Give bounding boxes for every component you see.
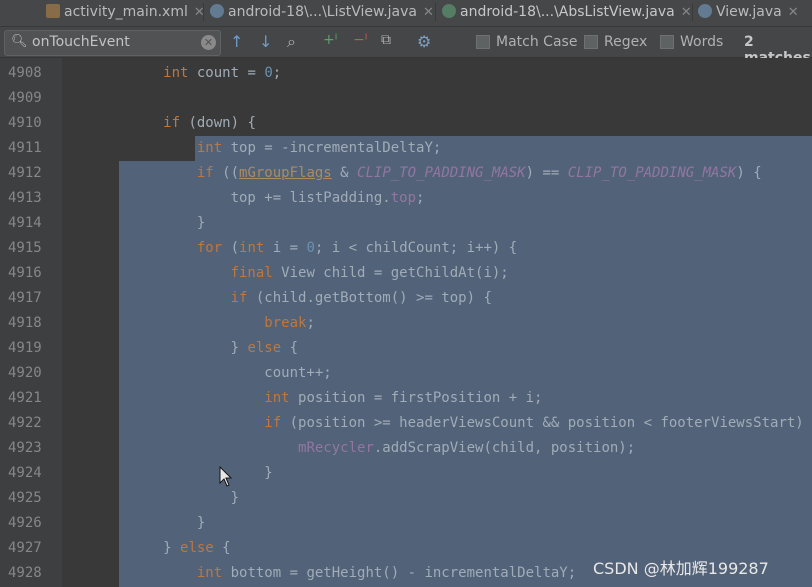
class-icon — [210, 4, 224, 18]
line-number: 4925 — [8, 490, 42, 506]
code-line: count++; — [62, 365, 332, 381]
match-case-checkbox[interactable] — [476, 35, 490, 49]
line-number: 4921 — [8, 390, 42, 406]
code-line: for (int i = 0; i < childCount; i++) { — [196, 240, 518, 256]
code-line: } else { — [62, 540, 231, 556]
code-line: mRecycler.addScrapView(child, position); — [298, 440, 636, 456]
code-line: int top = -incrementalDeltaY; — [196, 140, 442, 156]
tab-label: View.java — [716, 4, 782, 20]
previous-occurrence-icon[interactable]: ↑ — [230, 32, 243, 51]
line-number: 4928 — [8, 565, 42, 581]
line-number: 4924 — [8, 465, 42, 481]
code-line: if (child.getBottom() >= top) { — [230, 290, 492, 306]
line-number: 4910 — [8, 115, 42, 131]
line-number: 4926 — [8, 515, 42, 531]
line-number: 4914 — [8, 215, 42, 231]
code-line: int position = firstPosition + i; — [264, 390, 543, 406]
close-icon[interactable]: ✕ — [423, 5, 434, 20]
find-bar: 🔍︎ onTouchEvent ✕ ↑ ↓ ⌕ +ᴵ −ᴵ ⧉ ⚙ Match … — [0, 27, 812, 66]
code-line: top += listPadding.top; — [62, 190, 425, 206]
line-number: 4916 — [8, 265, 42, 281]
line-number: 4918 — [8, 315, 42, 331]
words-label: Words — [680, 34, 724, 50]
code-line: int bottom = getHeight() - incrementalDe… — [196, 565, 577, 581]
add-occurrence-icon[interactable]: +ᴵ — [323, 32, 337, 48]
code-line: if ((mGroupFlags & CLIP_TO_PADDING_MASK)… — [196, 165, 762, 181]
line-number: 4919 — [8, 340, 42, 356]
code-line: if (down) { — [163, 115, 256, 131]
clear-search-icon[interactable]: ✕ — [201, 35, 216, 50]
line-number: 4923 — [8, 440, 42, 456]
code-line: } — [62, 490, 240, 506]
mouse-pointer-icon — [219, 466, 233, 487]
select-all-occurrences-icon[interactable]: ⧉ — [381, 32, 391, 48]
editor-tab-bar: activity_main.xml ✕ android-18\...\ListVi… — [0, 0, 812, 27]
close-icon[interactable]: ✕ — [788, 5, 799, 20]
match-case-label: Match Case — [496, 34, 578, 50]
tab-activity-main[interactable]: activity_main.xml ✕ — [46, 0, 205, 24]
code-line: break; — [264, 315, 315, 331]
search-input[interactable]: 🔍︎ onTouchEvent ✕ — [4, 30, 221, 56]
code-line: } — [62, 515, 206, 531]
settings-icon[interactable]: ⚙ — [417, 32, 431, 51]
tab-abslistview[interactable]: android-18\...\AbsListView.java ✕ — [442, 0, 692, 24]
code-editor[interactable]: int count = 0; if (down) { int top = -in… — [62, 58, 812, 587]
words-checkbox[interactable] — [660, 35, 674, 49]
search-icon[interactable]: 🔍︎ — [11, 34, 28, 49]
line-number: 4911 — [8, 140, 42, 156]
close-icon[interactable]: ✕ — [681, 5, 692, 20]
xml-file-icon — [46, 4, 60, 18]
code-line: int count = 0; — [163, 65, 282, 81]
line-number: 4909 — [8, 90, 42, 106]
next-occurrence-icon[interactable]: ↓ — [259, 32, 272, 51]
line-number: 4917 — [8, 290, 42, 306]
remove-occurrence-icon[interactable]: −ᴵ — [353, 32, 367, 48]
watermark: CSDN @林加辉199287 — [593, 559, 769, 578]
tab-label: android-18\...\ListView.java — [228, 4, 417, 20]
code-line: if (position >= headerViewsCount && posi… — [264, 415, 812, 431]
code-line: final View child = getChildAt(i); — [230, 265, 509, 281]
tab-listview[interactable]: android-18\...\ListView.java ✕ — [210, 0, 434, 24]
line-number: 4920 — [8, 365, 42, 381]
tab-view[interactable]: View.java ✕ — [698, 0, 799, 24]
tab-label: activity_main.xml — [64, 4, 188, 20]
line-number-gutter: 4908 4909 4910 4911 4912 4913 4914 4915 … — [0, 58, 62, 587]
find-all-icon[interactable]: ⌕ — [287, 32, 296, 52]
search-value: onTouchEvent — [32, 34, 130, 50]
line-number: 4922 — [8, 415, 42, 431]
code-line: } else { — [62, 340, 299, 356]
line-number: 4927 — [8, 540, 42, 556]
class-icon — [442, 4, 456, 18]
line-number: 4908 — [8, 65, 42, 81]
line-number: 4912 — [8, 165, 42, 181]
line-number: 4915 — [8, 240, 42, 256]
regex-checkbox[interactable] — [584, 35, 598, 49]
code-line: } — [62, 465, 273, 481]
line-number: 4913 — [8, 190, 42, 206]
code-line: } — [62, 215, 206, 231]
regex-label: Regex — [604, 34, 648, 50]
tab-label: android-18\...\AbsListView.java — [460, 4, 675, 20]
class-icon — [698, 4, 712, 18]
